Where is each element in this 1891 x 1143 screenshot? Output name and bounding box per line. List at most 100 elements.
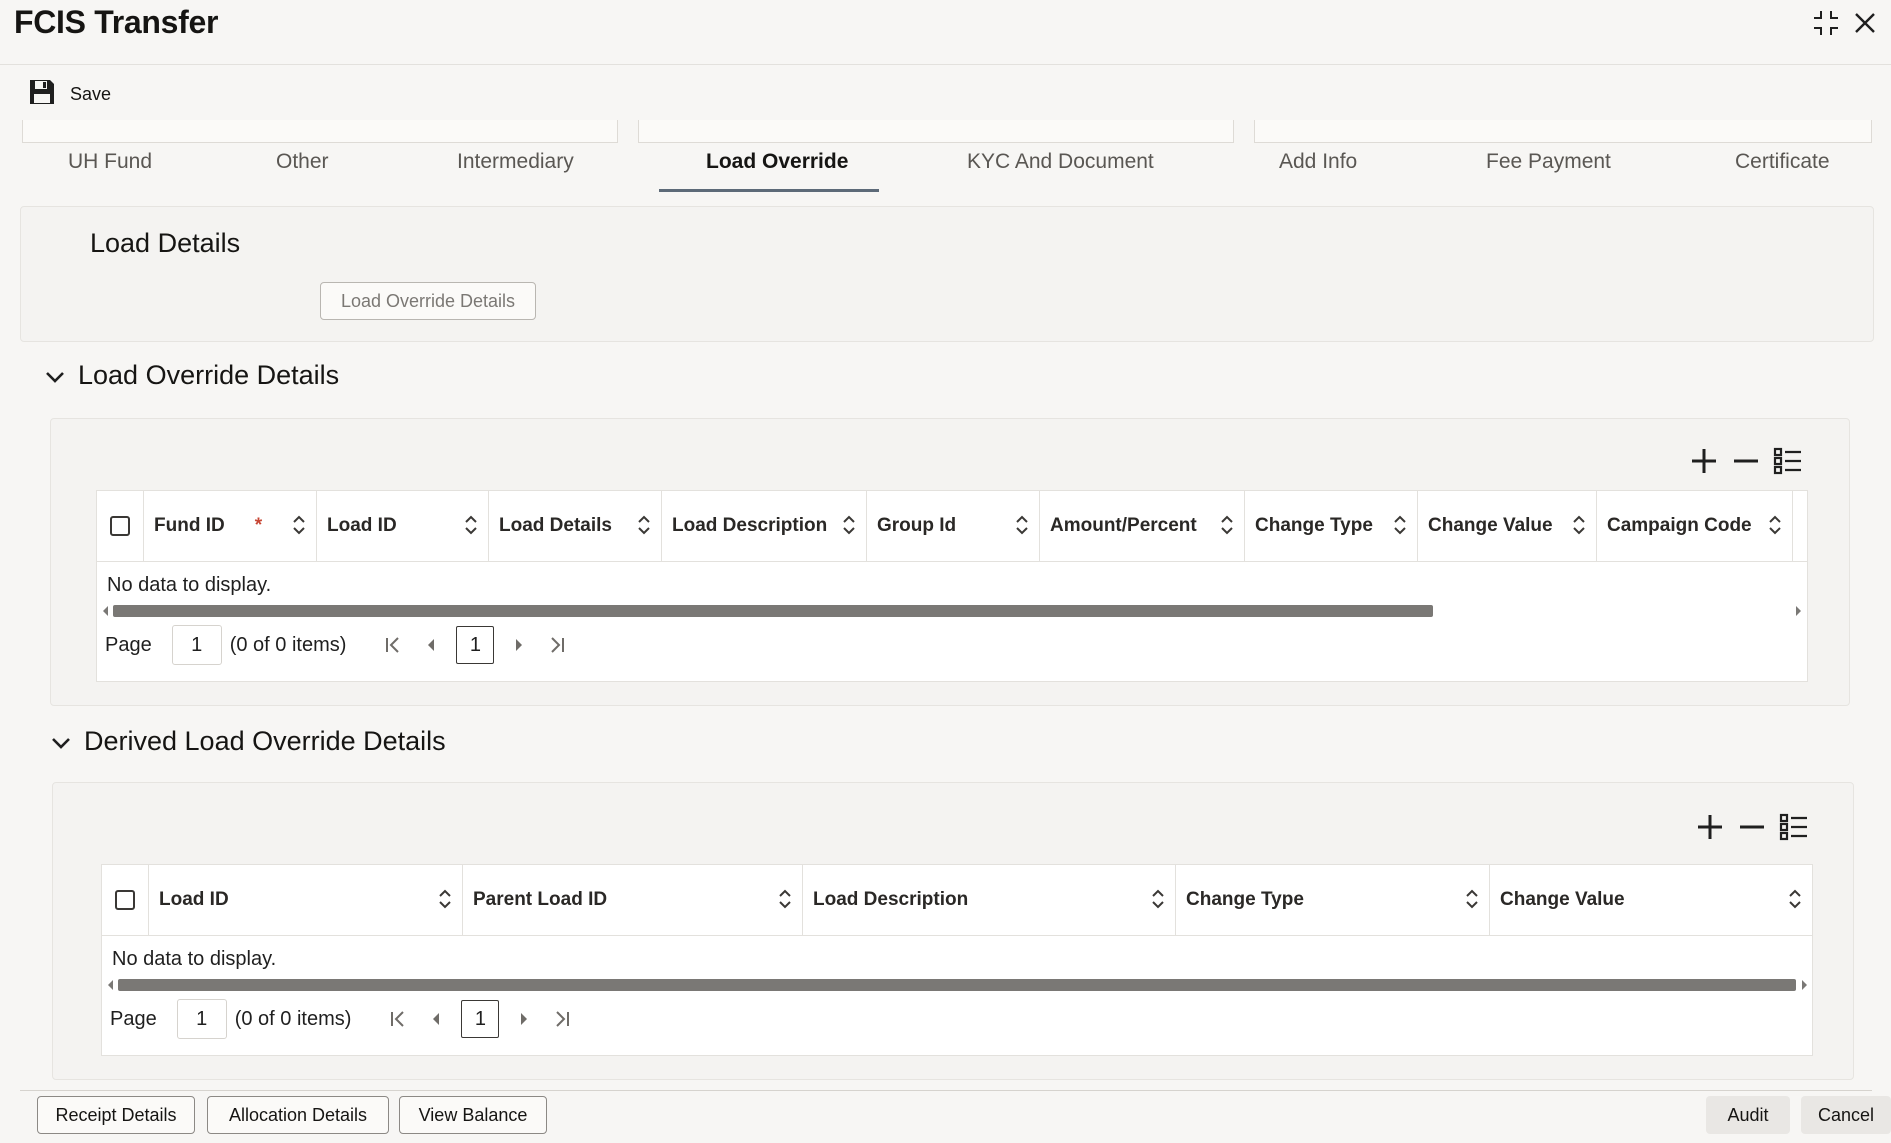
cancel-button[interactable]: Cancel [1801,1096,1891,1134]
current-page[interactable]: 1 [461,1000,500,1038]
select-all-cell [102,865,149,935]
horizontal-scrollbar[interactable] [102,979,1812,993]
save-icon [28,78,56,111]
first-page-icon[interactable] [385,999,411,1039]
last-page-icon[interactable] [544,625,570,665]
page-input[interactable]: 1 [176,999,227,1039]
single-view-button[interactable] [1779,812,1809,842]
derived-section-toggle[interactable]: Derived Load Override Details [50,726,446,757]
items-count: (0 of 0 items) [234,1007,352,1030]
save-button[interactable]: Save [28,78,111,111]
col-load-id[interactable]: Load ID [317,491,489,561]
table-header: Fund ID * Load ID Load Details Load Desc… [97,491,1807,562]
col-load-id[interactable]: Load ID [149,865,463,935]
sort-icon [438,889,452,915]
first-page-icon[interactable] [380,625,406,665]
select-all-checkbox[interactable] [115,890,135,910]
tab-intermediary[interactable]: Intermediary [457,150,574,174]
tab-bar: UH Fund Other Intermediary Load Override… [22,150,1870,194]
delete-row-button[interactable] [1731,446,1761,476]
sort-icon [464,515,478,541]
items-count: (0 of 0 items) [229,633,347,656]
window-title: FCIS Transfer [14,4,219,40]
col-fund-id[interactable]: Fund ID * [144,491,317,561]
tab-add-info[interactable]: Add Info [1279,150,1357,174]
tab-load-override[interactable]: Load Override [706,150,848,174]
load-override-section-toggle[interactable]: Load Override Details [44,360,339,391]
empty-message: No data to display. [107,574,272,596]
allocation-details-button[interactable]: Allocation Details [207,1096,389,1134]
col-change-type[interactable]: Change Type [1176,865,1490,935]
prev-page-icon[interactable] [423,999,449,1039]
sort-icon [637,515,651,541]
col-amount-percent[interactable]: Amount/Percent [1040,491,1245,561]
table-header: Load ID Parent Load ID Load Description … [102,865,1812,936]
sort-icon [1393,515,1407,541]
page-input[interactable]: 1 [171,625,222,665]
save-label: Save [70,84,112,104]
tab-other[interactable]: Other [276,150,329,174]
tab-certificate[interactable]: Certificate [1735,150,1830,174]
sort-icon [292,515,306,541]
last-page-icon[interactable] [549,999,575,1039]
delete-row-button[interactable] [1737,812,1767,842]
tab-strip-top [22,120,1872,144]
sort-icon [1572,515,1586,541]
scroll-thumb[interactable] [113,605,1433,617]
tab-fee-payment[interactable]: Fee Payment [1486,150,1611,174]
col-change-value[interactable]: Change Value [1418,491,1597,561]
load-details-heading: Load Details [90,228,241,258]
sort-icon [778,889,792,915]
horizontal-scrollbar[interactable] [97,605,1807,619]
select-all-checkbox[interactable] [110,516,130,536]
col-parent-load-id[interactable]: Parent Load ID [463,865,803,935]
derived-table: Load ID Parent Load ID Load Description … [101,864,1813,1056]
scroll-left-icon[interactable] [108,980,113,990]
col-change-value[interactable]: Change Value [1490,865,1812,935]
current-page[interactable]: 1 [456,626,495,664]
load-override-table: Fund ID * Load ID Load Details Load Desc… [96,490,1808,682]
sort-icon [1768,515,1782,541]
tab-kyc-and-document[interactable]: KYC And Document [967,150,1154,174]
pagination: Page 1 (0 of 0 items) 1 [97,625,1807,665]
chevron-down-icon [44,360,66,391]
scroll-left-icon[interactable] [103,606,108,616]
scroll-right-icon[interactable] [1796,606,1801,616]
view-balance-button[interactable]: View Balance [399,1096,547,1134]
tab-uh-fund[interactable]: UH Fund [68,150,152,174]
minimize-icon[interactable] [1811,8,1841,43]
load-details-panel [20,206,1874,342]
add-row-button[interactable] [1689,446,1719,476]
col-load-description[interactable]: Load Description [662,491,867,561]
col-load-details[interactable]: Load Details [489,491,662,561]
single-view-button[interactable] [1773,446,1803,476]
receipt-details-button[interactable]: Receipt Details [37,1096,195,1134]
scroll-thumb[interactable] [118,979,1796,991]
scroll-right-icon[interactable] [1802,980,1807,990]
window-controls [1811,8,1877,43]
grid-toolbar [1695,812,1809,842]
close-icon[interactable] [1853,11,1877,40]
col-group-id[interactable]: Group Id [867,491,1040,561]
section-heading: Derived Load Override Details [84,726,446,756]
add-row-button[interactable] [1695,812,1725,842]
load-override-details-button[interactable]: Load Override Details [320,282,536,320]
sort-icon [1220,515,1234,541]
sort-icon [1151,889,1165,915]
required-marker: * [254,515,263,536]
prev-page-icon[interactable] [418,625,444,665]
chevron-down-icon [50,726,72,757]
col-load-description[interactable]: Load Description [803,865,1176,935]
footer-divider [20,1090,1872,1091]
active-tab-indicator [659,189,879,192]
next-page-icon[interactable] [511,999,537,1039]
empty-message: No data to display. [112,948,277,970]
audit-button[interactable]: Audit [1706,1096,1790,1134]
sort-icon [1465,889,1479,915]
col-campaign-code[interactable]: Campaign Code [1597,491,1793,561]
next-page-icon[interactable] [506,625,532,665]
sort-icon [1015,515,1029,541]
col-change-type[interactable]: Change Type [1245,491,1418,561]
grid-toolbar [1689,446,1803,476]
sort-icon [842,515,856,541]
